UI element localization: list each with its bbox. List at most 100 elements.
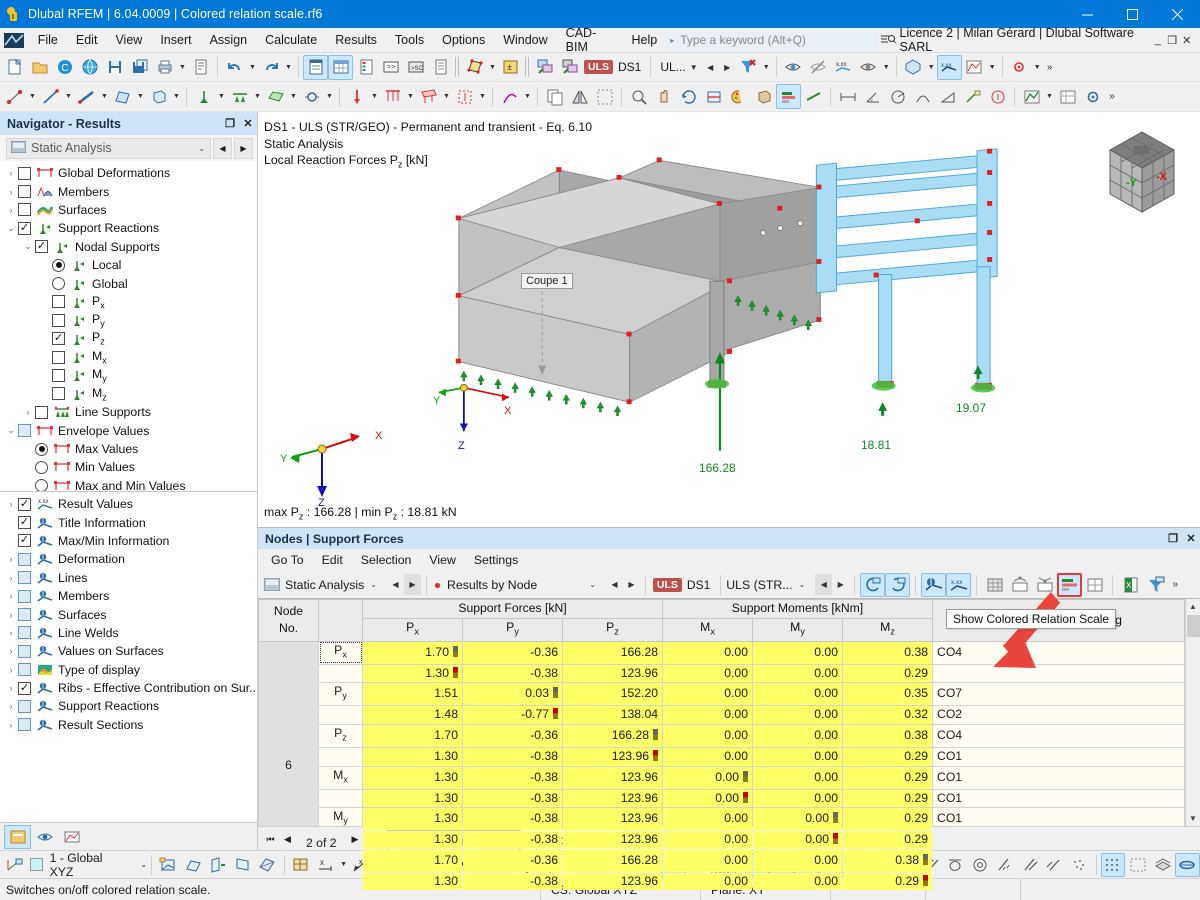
cell-pz[interactable]: 152.20: [562, 682, 663, 707]
tree-checkbox[interactable]: ✓: [18, 221, 31, 235]
table-row[interactable]: Py 1.51 0.03 152.20 0.00 0.00 0.35 CO7: [259, 682, 1185, 707]
view-fit-icon[interactable]: [1174, 852, 1200, 877]
cell-my[interactable]: 0.00: [752, 807, 843, 832]
cell-component[interactable]: [318, 663, 363, 684]
tree-item[interactable]: Max and Min Values: [0, 477, 257, 491]
tree-checkbox[interactable]: [52, 313, 65, 327]
tree-checkbox[interactable]: [18, 663, 31, 677]
tree-item[interactable]: Local: [0, 256, 257, 274]
tree-item[interactable]: ⌄ ✓ Nodal Supports: [0, 238, 257, 256]
table-view-all-icon[interactable]: [982, 573, 1007, 597]
cell-mz[interactable]: 0.38: [841, 848, 934, 873]
cell-py[interactable]: -0.38: [462, 871, 563, 892]
col-node-no[interactable]: Node No.: [258, 599, 319, 642]
cell-px[interactable]: 1.30: [362, 871, 463, 892]
chevron-down-icon[interactable]: ▼: [686, 57, 702, 78]
global-settings-icon[interactable]: [1080, 84, 1105, 109]
table-filter-icon[interactable]: [1143, 573, 1168, 597]
navigator-tab-data-icon[interactable]: [4, 824, 31, 849]
cell-px[interactable]: 1.30: [362, 788, 463, 809]
table-menu-edit[interactable]: Edit: [313, 551, 352, 569]
load-combination-icon[interactable]: [557, 55, 582, 80]
navigator-next-button[interactable]: ▶: [234, 137, 253, 159]
snap-quadrant-icon[interactable]: [968, 853, 993, 877]
printout-report-icon[interactable]: [188, 55, 213, 80]
settings-gear-icon[interactable]: [1007, 55, 1032, 80]
imperfection-caret[interactable]: ▼: [522, 84, 533, 109]
visibility-group-icon[interactable]: [856, 55, 881, 80]
tree-expand-icon[interactable]: ›: [21, 407, 35, 417]
tree-expand-icon[interactable]: ›: [4, 554, 18, 564]
cell-corresponding-loading[interactable]: CO2: [932, 705, 1185, 725]
tree-expand-icon[interactable]: ›: [4, 665, 18, 675]
tree-checkbox[interactable]: [18, 644, 31, 658]
doc-close-button[interactable]: ✕: [1179, 29, 1193, 51]
tree-item[interactable]: Global: [0, 274, 257, 292]
print-dropdown-caret[interactable]: ▼: [177, 55, 188, 80]
snap-point-cloud-icon[interactable]: [1067, 853, 1092, 877]
cell-mx[interactable]: 0.00: [662, 682, 753, 707]
solid-dropdown-caret[interactable]: ▼: [171, 84, 182, 109]
menu-results[interactable]: Results: [326, 30, 386, 50]
background-grid-icon[interactable]: [1100, 852, 1126, 877]
tree-item[interactable]: › Support Reactions: [0, 697, 257, 715]
line-dropdown-caret[interactable]: ▼: [63, 84, 74, 109]
tree-item[interactable]: Py: [0, 311, 257, 329]
tree-expand-icon[interactable]: ›: [4, 573, 18, 583]
nodal-support-caret[interactable]: ▼: [216, 84, 227, 109]
menu-options[interactable]: Options: [433, 30, 494, 50]
snap-on-surface-icon[interactable]: [1017, 853, 1042, 877]
cell-pz[interactable]: 123.96: [562, 871, 663, 892]
script-icon[interactable]: >SC: [403, 55, 428, 80]
pan-icon[interactable]: [651, 84, 676, 109]
table-situation-prev[interactable]: ◀: [815, 574, 833, 595]
table-row[interactable]: 1.48 -0.77 138.04 0.00 0.00 0.32 CO2: [259, 705, 1185, 725]
cell-mz[interactable]: 0.29: [841, 765, 934, 790]
section-label[interactable]: Coupe 1: [521, 273, 573, 289]
results-mode-prev[interactable]: ◀: [606, 574, 623, 595]
tree-item[interactable]: Min Values: [0, 458, 257, 476]
workplane-custom-icon[interactable]: [255, 853, 280, 877]
tree-checkbox[interactable]: [52, 350, 65, 364]
new-file-icon[interactable]: [2, 55, 27, 80]
free-load-icon[interactable]: [452, 84, 477, 109]
tree-radio[interactable]: [35, 479, 48, 491]
tree-item[interactable]: › Result Sections: [0, 716, 257, 734]
tree-radio[interactable]: [52, 277, 65, 291]
table-menu-go-to[interactable]: Go To: [262, 551, 313, 569]
tree-item[interactable]: › Type of display: [0, 661, 257, 679]
export-excel-icon[interactable]: X: [1118, 573, 1143, 597]
cell-py[interactable]: -0.38: [462, 746, 563, 767]
cell-pz[interactable]: 166.28: [562, 640, 663, 665]
cell-my[interactable]: 0.00: [752, 723, 843, 748]
tree-item[interactable]: › Global Deformations: [0, 164, 257, 182]
navigator-analysis-combo[interactable]: Static Analysis ⌄: [6, 137, 211, 159]
member-dropdown-caret[interactable]: ▼: [99, 84, 110, 109]
tree-item[interactable]: › Lines: [0, 569, 257, 587]
cell-pz[interactable]: 123.96: [562, 807, 663, 832]
table-row[interactable]: 1.30-0.38123.960.000.000.29CO1: [259, 746, 1185, 767]
table-menu-view[interactable]: View: [420, 551, 464, 569]
cell-mz[interactable]: 0.38: [841, 723, 934, 748]
cell-mz[interactable]: 0.32: [841, 705, 934, 725]
tree-expand-icon[interactable]: ›: [4, 683, 18, 693]
tree-expand-icon[interactable]: ›: [4, 205, 18, 215]
results-mode-combo[interactable]: Results by Node ⌄: [447, 574, 606, 595]
new-surface-icon[interactable]: [110, 84, 135, 109]
menu-view[interactable]: View: [106, 30, 151, 50]
select-surface-icon[interactable]: [462, 55, 487, 80]
tree-checkbox[interactable]: [18, 571, 31, 585]
surface-load-icon[interactable]: [416, 84, 441, 109]
menu-calculate[interactable]: Calculate: [256, 30, 326, 50]
cell-pz[interactable]: 138.04: [562, 705, 663, 725]
cell-py[interactable]: -0.38: [462, 663, 563, 684]
snap-x-icon[interactable]: x: [313, 853, 338, 877]
tree-expand-icon[interactable]: ›: [4, 499, 18, 509]
table-settings-icon[interactable]: [1055, 84, 1080, 109]
table-row[interactable]: 6 Px 1.70 -0.36 166.28 0.00 0.00 0.38 CO4: [258, 640, 1185, 892]
tree-checkbox[interactable]: [18, 626, 31, 640]
arc-dimension-icon[interactable]: [910, 84, 935, 109]
tree-item[interactable]: › ✓ x.xx Result Values: [0, 495, 257, 513]
close-button[interactable]: [1155, 0, 1200, 28]
table-panel-close-button[interactable]: ✕: [1182, 529, 1200, 548]
